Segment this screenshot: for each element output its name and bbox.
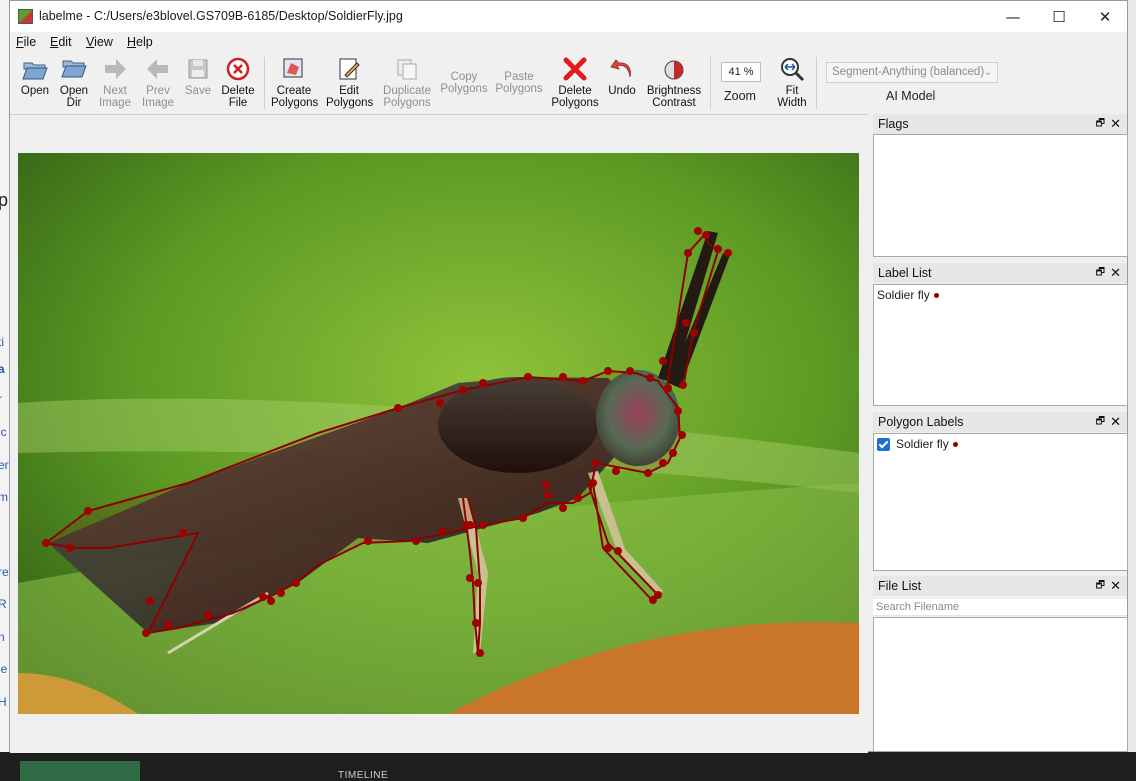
next-arrow-icon (105, 59, 126, 79)
file-list-panel[interactable] (873, 617, 1128, 752)
delete-x-icon (563, 57, 587, 81)
window-title: labelme - C:/Users/e3blovel.GS709B-6185/… (39, 9, 403, 23)
polygon-labels-panel[interactable]: Soldier fly (873, 433, 1128, 571)
save-disk-icon (188, 59, 208, 79)
copy-polygons-button[interactable]: Copy Polygons (439, 71, 489, 95)
menu-edit[interactable]: Edit (50, 35, 72, 49)
close-icon[interactable]: ✕ (1110, 114, 1121, 134)
image-canvas[interactable] (10, 114, 868, 753)
polygon-labels-title: Polygon Labels (878, 415, 964, 429)
chevron-down-icon: ⌄ (983, 67, 992, 78)
next-image-button[interactable]: Next Image (96, 55, 134, 109)
ai-model-select[interactable]: Segment-Anything (balanced) ⌄ (826, 62, 998, 83)
close-icon[interactable]: ✕ (1110, 263, 1121, 283)
duplicate-polygons-button[interactable]: Duplicate Polygons (379, 55, 435, 109)
soldier-fly-photo (18, 153, 859, 714)
ai-model-label: AI Model (886, 89, 936, 103)
undo-button[interactable]: Undo (607, 55, 637, 97)
flags-dock-title: Flags 🗗 ✕ (873, 114, 1127, 134)
open-button[interactable]: Open (18, 55, 52, 97)
zoom-input[interactable]: 41 % (721, 62, 761, 82)
background-taskbar: TIMELINE (0, 752, 1136, 781)
flags-panel[interactable] (873, 134, 1128, 257)
fit-width-button[interactable]: Fit Width (775, 55, 809, 109)
flags-title: Flags (878, 117, 909, 131)
brightness-icon (664, 60, 684, 80)
ai-model-value: Segment-Anything (balanced) (832, 66, 985, 78)
undo-arrow-icon (610, 59, 631, 78)
brightness-contrast-button[interactable]: Brightness Contrast (644, 55, 704, 109)
minimize-button[interactable]: — (990, 1, 1036, 32)
create-polygon-icon (283, 58, 303, 78)
label-list-item-text: Soldier fly (877, 288, 930, 302)
menu-file[interactable]: File (16, 35, 36, 49)
fit-width-icon (781, 58, 805, 82)
polygon-label-item[interactable]: Soldier fly (877, 437, 958, 452)
float-icon[interactable]: 🗗 (1096, 412, 1105, 432)
open-folder-icon (22, 62, 48, 80)
background-window-right (1128, 0, 1136, 781)
menu-help[interactable]: Help (127, 35, 153, 49)
delete-file-icon (226, 57, 250, 81)
open-dir-icon (61, 60, 87, 78)
toolbar-separator (264, 57, 265, 109)
label-color-dot (952, 442, 958, 448)
duplicate-icon (397, 59, 417, 80)
prev-image-button[interactable]: Prev Image (139, 55, 177, 109)
open-dir-button[interactable]: Open Dir (57, 55, 91, 109)
create-polygons-button[interactable]: Create Polygons (271, 55, 318, 109)
menu-view[interactable]: View (86, 35, 113, 49)
close-button[interactable]: ✕ (1082, 1, 1128, 32)
label-list-panel[interactable]: Soldier fly (873, 284, 1128, 406)
float-icon[interactable]: 🗗 (1096, 576, 1105, 596)
zoom-label: Zoom (724, 89, 756, 103)
toolbar-separator (816, 57, 817, 109)
timeline-text: TIMELINE (338, 770, 389, 781)
polygon-visibility-checkbox[interactable] (877, 438, 890, 452)
toolbar-separator (710, 57, 711, 109)
prev-arrow-icon (147, 59, 168, 79)
edit-pencil-icon (339, 58, 360, 80)
title-bar[interactable]: labelme - C:/Users/e3blovel.GS709B-6185/… (10, 1, 1127, 32)
polygon-label-text: Soldier fly (896, 437, 949, 451)
float-icon[interactable]: 🗗 (1096, 263, 1105, 283)
delete-polygons-button[interactable]: Delete Polygons (550, 55, 600, 109)
file-list-title: File List (878, 579, 922, 593)
label-list-dock-title: Label List 🗗 ✕ (873, 263, 1127, 283)
maximize-button[interactable]: ☐ (1036, 1, 1082, 32)
float-icon[interactable]: 🗗 (1096, 114, 1105, 134)
labelme-app-icon (18, 9, 33, 24)
menu-bar: File Edit View Help (10, 32, 1127, 53)
file-list-dock-title: File List 🗗 ✕ (873, 576, 1127, 596)
labelme-window: labelme - C:/Users/e3blovel.GS709B-6185/… (9, 0, 1128, 753)
close-icon[interactable]: ✕ (1110, 412, 1121, 432)
save-button[interactable]: Save (182, 55, 214, 97)
delete-file-button[interactable]: Delete File (219, 55, 257, 109)
label-color-dot (933, 293, 939, 299)
polygon-labels-dock-title: Polygon Labels 🗗 ✕ (873, 412, 1127, 432)
annotated-image (18, 153, 859, 714)
edit-polygons-button[interactable]: Edit Polygons (326, 55, 373, 109)
background-window-left: p ti a r ic er m re R n le H (0, 0, 9, 781)
paste-polygons-button[interactable]: Paste Polygons (494, 71, 544, 95)
close-icon[interactable]: ✕ (1110, 576, 1121, 596)
search-filename-input[interactable]: Search Filename (873, 599, 1127, 616)
label-list-title: Label List (878, 266, 932, 280)
label-list-item[interactable]: Soldier fly (877, 288, 939, 302)
